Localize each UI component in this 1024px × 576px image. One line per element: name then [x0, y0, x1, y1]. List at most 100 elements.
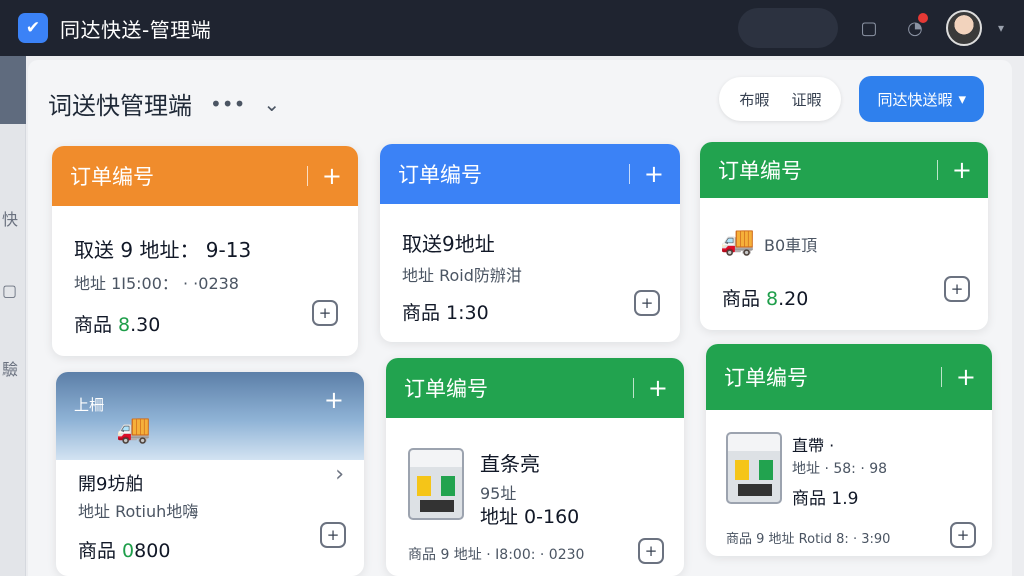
card-line-1: 直条亮 [480, 452, 540, 476]
card-line-1: 取送 9 地址： 9-13 [74, 238, 252, 262]
header-divider [936, 160, 938, 180]
card-line-1: 直帶 · [792, 436, 835, 455]
header-divider [632, 378, 634, 398]
primary-action-button[interactable]: 同达快送暇 ▾ [859, 76, 984, 122]
card-line-3: 商品 1:30 [402, 302, 489, 324]
card-line-1: 取送9地址 [402, 232, 495, 256]
header-pill-b[interactable]: 证暇 [791, 89, 821, 110]
chevron-down-icon[interactable]: ▾ [998, 21, 1004, 35]
card-image-header: 上柵 + 🚚 [56, 372, 364, 460]
machine-part [735, 460, 749, 480]
card-body: 🚚 B0車頂 商品 8.20 + [700, 198, 988, 330]
card-line-2: 地址 1I5:00： · ·0238 [74, 274, 239, 293]
card-line-3: 商品 8.20 [722, 284, 808, 311]
card-line-3-suffix: 800 [134, 540, 171, 562]
card-line-2b: 地址 0-160 [480, 506, 580, 528]
add-box-icon[interactable]: + [944, 276, 970, 302]
card-line-1: B0車頂 [764, 236, 818, 255]
truck-icon: 🚚 [116, 412, 151, 445]
card-line-3-suffix: .30 [130, 314, 161, 336]
plus-icon[interactable]: + [322, 164, 342, 188]
machine-part [420, 500, 454, 512]
chevron-down-icon[interactable]: ⌄ [263, 92, 280, 116]
card-body: 取送9地址 地址 Roid防辦泔 商品 1:30 + [380, 204, 680, 342]
plus-icon[interactable]: + [956, 365, 976, 389]
card-body: 直条亮 95址 地址 0-160 商品 9 地址 · I8:00: · 0230… [386, 418, 684, 576]
add-box-icon[interactable]: + [950, 522, 976, 548]
header-pill-a[interactable]: 布暇 [739, 89, 769, 110]
card-line-2: 地址 Rotiuh地嗨 [78, 502, 199, 521]
sidebar-item-label[interactable]: 驗 [2, 356, 18, 380]
card-line-3: 商品 9 地址 · I8:00: · 0230 [408, 547, 585, 563]
card-line-3: 商品 8.30 [74, 310, 160, 337]
truck-icon: 🚚 [720, 224, 755, 257]
title-bar: ✔ 同达快送-管理端 ▢ ◔ ▾ [0, 0, 1024, 56]
card-body: 直帶 · 地址 · 58: · 98 商品 1.9 商品 9 地址 Rotid … [706, 410, 992, 556]
add-box-icon[interactable]: + [634, 290, 660, 316]
order-card[interactable]: 订单编号 + 取送 9 地址： 9-13 地址 1I5:00： · ·0238 … [52, 146, 358, 356]
order-card[interactable]: 订单编号 + 🚚 B0車頂 商品 8.20 + [700, 142, 988, 330]
machine-part [417, 476, 431, 496]
card-header-title: 订单编号 [404, 377, 488, 401]
card-line-2: 地址 · 58: · 98 [792, 461, 888, 477]
card-header-actions: + [632, 358, 668, 418]
card-header: 订单编号 + [700, 142, 988, 198]
card-header-actions: + [940, 344, 976, 410]
card-header-actions: + [306, 146, 342, 206]
card-header: 订单编号 + [52, 146, 358, 206]
order-card[interactable]: 订单编号 + 取送9地址 地址 Roid防辦泔 商品 1:30 + [380, 144, 680, 342]
bell-icon[interactable]: ◔ [900, 13, 930, 43]
card-line-3-num: 8 [766, 288, 779, 310]
notification-dot [917, 13, 928, 23]
card-line-1: 開9坊舶 [78, 474, 144, 495]
card-line-3-num: 0 [122, 540, 135, 562]
card-header-title: 上柵 [74, 396, 105, 414]
machine-part [759, 460, 773, 480]
card-header-actions: + [628, 144, 664, 204]
card-line-3-num: 8 [118, 314, 131, 336]
app-title: 同达快送-管理端 [60, 17, 212, 42]
card-line-3: 商品 1.9 [792, 489, 859, 509]
plus-icon[interactable]: + [952, 158, 972, 182]
order-card[interactable]: 订单编号 + 直条亮 95址 地址 0-160 商品 9 地址 · I8:00:… [386, 358, 684, 576]
primary-action-label: 同达快送暇 [877, 90, 953, 109]
card-header-title: 订单编号 [724, 366, 808, 390]
machine-part [738, 484, 772, 496]
card-header-actions: + [936, 142, 972, 198]
sidebar-item-label[interactable]: ▢ [2, 281, 17, 300]
vending-machine-image [726, 432, 782, 504]
page-header: 词送快管理端 ••• ⌄ [48, 86, 280, 121]
add-box-icon[interactable]: + [320, 522, 346, 548]
sidebar-active-block[interactable] [0, 56, 26, 124]
add-box-icon[interactable]: + [312, 300, 338, 326]
vending-machine-image [408, 448, 464, 520]
header-actions: 布暇 证暇 同达快送暇 ▾ [719, 76, 984, 122]
header-divider [940, 367, 942, 387]
card-header-title: 订单编号 [718, 159, 802, 183]
card-body: 開9坊舶 › 地址 Rotiuh地嗨 商品 0800 + [56, 460, 364, 576]
card-line-3: 商品 0800 [78, 536, 170, 563]
card-header: 订单编号 + [706, 344, 992, 410]
header-divider [628, 164, 630, 184]
order-card[interactable]: 上柵 + 🚚 開9坊舶 › 地址 Rotiuh地嗨 商品 0800 + [56, 372, 364, 576]
add-box-icon[interactable]: + [638, 538, 664, 564]
card-line-3-prefix: 商品 [78, 540, 123, 562]
header-pill-group: 布暇 证暇 [719, 77, 842, 121]
avatar[interactable] [945, 10, 982, 46]
dropdown-caret-icon: ▾ [958, 90, 966, 108]
card-header-title: 订单编号 [398, 163, 482, 187]
plus-icon[interactable]: + [648, 376, 668, 400]
card-line-3-prefix: 商品 [722, 288, 767, 310]
box-icon[interactable]: ▢ [854, 13, 884, 43]
page-title: 词送快管理端 [48, 92, 192, 120]
titlebar-search[interactable] [737, 8, 838, 48]
plus-icon[interactable]: + [644, 162, 664, 186]
plus-icon[interactable]: + [324, 386, 344, 414]
card-line-3-prefix: 商品 [74, 314, 119, 336]
more-icon[interactable]: ••• [210, 92, 245, 116]
order-card[interactable]: 订单编号 + 直帶 · 地址 · 58: · 98 商品 1.9 商品 9 地址… [706, 344, 992, 556]
sidebar-item-label[interactable]: 快 [2, 206, 18, 230]
header-divider [306, 166, 308, 186]
chevron-right-icon[interactable]: › [335, 462, 344, 487]
card-line-4: 商品 9 地址 Rotid 8: · 3:90 [726, 532, 891, 547]
